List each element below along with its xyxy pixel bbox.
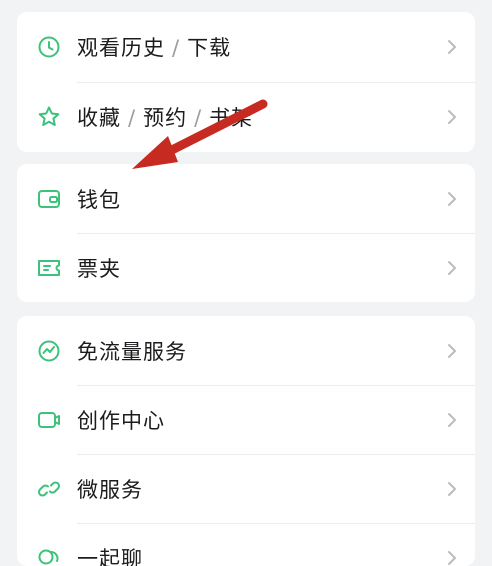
card-wallet-tickets: 钱包 票夹	[17, 164, 475, 302]
chevron-right-icon	[447, 343, 457, 359]
micro-services-label: 微服务	[77, 478, 143, 502]
chevron-right-icon	[447, 412, 457, 428]
video-camera-icon	[36, 408, 62, 432]
menu-item-favorites-bookshelf[interactable]: 收藏 / 预约 / 书架	[17, 82, 475, 152]
reserve-label: 预约	[143, 106, 188, 130]
traffic-icon	[36, 339, 62, 363]
menu-item-tickets[interactable]: 票夹	[17, 233, 475, 302]
card-history-favorites: 观看历史 / 下载 收藏 / 预约 / 书架	[17, 12, 475, 152]
tickets-label: 票夹	[77, 257, 121, 281]
chevron-right-icon	[447, 260, 457, 276]
menu-item-label: 观看历史 / 下载	[77, 32, 231, 62]
menu-item-creator-center[interactable]: 创作中心	[17, 385, 475, 455]
menu-item-wallet[interactable]: 钱包	[17, 164, 475, 234]
chevron-right-icon	[447, 109, 457, 125]
creator-center-label: 创作中心	[77, 409, 165, 433]
link-icon	[36, 477, 62, 501]
separator: /	[172, 36, 181, 60]
separator: /	[194, 106, 203, 130]
favorites-label: 收藏	[77, 106, 121, 130]
ticket-icon	[36, 256, 62, 280]
bookshelf-label: 书架	[209, 106, 254, 130]
menu-item-chat-together[interactable]: 一起聊	[17, 523, 475, 566]
chat-together-label: 一起聊	[77, 547, 143, 566]
chevron-right-icon	[447, 191, 457, 207]
menu-item-label: 收藏 / 预约 / 书架	[77, 102, 253, 132]
wallet-icon	[36, 187, 62, 211]
wallet-label: 钱包	[77, 188, 121, 212]
chevron-right-icon	[447, 481, 457, 497]
menu-item-micro-services[interactable]: 微服务	[17, 454, 475, 524]
menu-item-history-download[interactable]: 观看历史 / 下载	[17, 12, 475, 82]
menu-item-free-data[interactable]: 免流量服务	[17, 316, 475, 386]
chevron-right-icon	[447, 39, 457, 55]
history-label: 观看历史	[77, 36, 165, 60]
card-services: 免流量服务 创作中心 微服务 一起聊	[17, 316, 475, 566]
download-label: 下载	[187, 36, 232, 60]
chat-icon	[36, 546, 62, 566]
chevron-right-icon	[447, 550, 457, 566]
star-icon	[36, 105, 62, 129]
free-data-label: 免流量服务	[77, 340, 187, 364]
separator: /	[128, 106, 137, 130]
clock-icon	[36, 35, 62, 59]
